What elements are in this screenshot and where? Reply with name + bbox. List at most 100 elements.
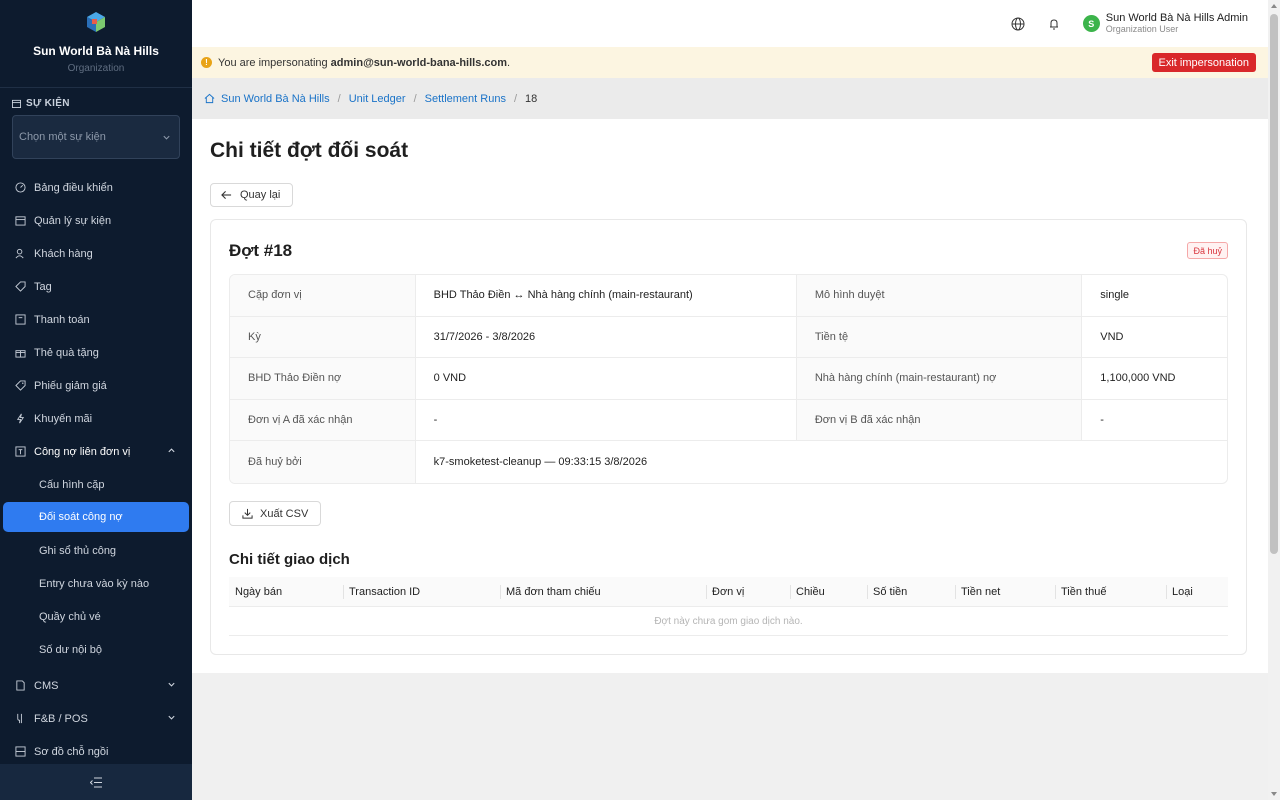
sidebar-item-promotion[interactable]: Khuyến mãi (0, 402, 192, 435)
detail-label: Cặp đơn vị (230, 275, 416, 316)
sidebar-subitem-reconciliation[interactable]: Đối soát công nợ (3, 502, 189, 532)
fnb-icon (14, 713, 26, 725)
sidebar-item-coupon[interactable]: Phiếu giảm giá (0, 369, 192, 402)
promotion-icon (14, 413, 26, 425)
sidebar-item-label: Khách hàng (34, 247, 93, 260)
scroll-thumb[interactable] (1270, 14, 1278, 554)
banner-text: You are impersonating (218, 56, 328, 69)
sidebar-item-dashboard[interactable]: Bảng điều khiển (0, 171, 192, 204)
chevron-down-icon (168, 682, 175, 687)
back-button[interactable]: Quay lại (210, 183, 294, 207)
sidebar-subitem-unassigned-entries[interactable]: Entry chưa vào kỳ nào (0, 567, 192, 600)
detail-label: Nhà hàng chính (main-restaurant) nợ (796, 358, 1083, 399)
sidebar-subitem-pair-config[interactable]: Cấu hình cặp (0, 468, 192, 501)
sidebar-collapse-button[interactable] (0, 764, 192, 800)
sidebar-item-label: Quản lý sự kiện (34, 214, 112, 227)
main-content: Chi tiết đợt đối soát Quay lại Đợt #18 Đ… (192, 119, 1268, 673)
avatar: S (1082, 15, 1100, 32)
scroll-down-arrow-icon[interactable] (1271, 792, 1277, 796)
details-row: Đơn vị A đã xác nhận - Đơn vị B đã xác n… (230, 399, 1227, 442)
column-header[interactable]: Tiền net (955, 577, 1055, 607)
detail-value: - (1100, 414, 1104, 427)
sidebar-item-gift-card[interactable]: Thẻ quà tặng (0, 336, 192, 369)
breadcrumb-org[interactable]: Sun World Bà Nà Hills (221, 93, 330, 105)
payment-icon (14, 314, 26, 326)
column-header[interactable]: Ngày bán (229, 577, 343, 607)
column-header[interactable]: Số tiền (867, 577, 955, 607)
breadcrumb-separator: / (337, 92, 341, 105)
arrow-left-icon (221, 190, 232, 200)
sidebar-brand[interactable]: Sun World Bà Nà Hills Organization (0, 0, 192, 88)
bell-icon[interactable] (1047, 17, 1061, 31)
cms-icon (14, 680, 26, 692)
empty-state: Đợt này chưa gom giao dịch nào. (229, 607, 1228, 636)
event-section: SỰ KIỆN Chọn một sự kiện (0, 88, 192, 159)
sidebar-item-inter-unit-ledger[interactable]: Công nợ liên đơn vị (0, 435, 192, 468)
details-row: Cặp đơn vị BHD Thảo Điền ↔ Nhà hàng chín… (230, 275, 1227, 317)
impersonated-email: admin@sun-world-bana-hills.com (330, 56, 508, 69)
sidebar-item-label: Khuyến mãi (34, 412, 93, 425)
column-header[interactable]: Chiều (790, 577, 867, 607)
detail-label: Đơn vị B đã xác nhận (796, 399, 1083, 441)
column-header[interactable]: Loại (1166, 577, 1228, 607)
column-header[interactable]: Mã đơn tham chiếu (500, 577, 706, 607)
scroll-up-arrow-icon[interactable] (1271, 4, 1277, 8)
column-header[interactable]: Transaction ID (343, 577, 500, 607)
sidebar-item-tag[interactable]: Tag (0, 270, 192, 303)
sidebar-item-events[interactable]: Quản lý sự kiện (0, 204, 192, 237)
column-header[interactable]: Tiền thuế (1055, 577, 1166, 607)
gift-icon (14, 347, 26, 359)
detail-value: - (416, 399, 797, 441)
export-csv-label: Xuất CSV (260, 507, 309, 520)
settlement-run-card: Đợt #18 Đã huỷ Cặp đơn vị BHD Thảo Điền … (210, 219, 1247, 655)
download-icon (242, 508, 253, 519)
sidebar-item-payment[interactable]: Thanh toán (0, 303, 192, 336)
detail-label: Đơn vị A đã xác nhận (230, 399, 416, 441)
detail-value: 31/7/2026 - 3/8/2026 (416, 316, 797, 358)
breadcrumb: Sun World Bà Nà Hills / Unit Ledger / Se… (192, 78, 1268, 119)
event-select[interactable]: Chọn một sự kiện (12, 115, 180, 159)
scrollbar[interactable] (1268, 0, 1280, 800)
sidebar-item-label: Phiếu giảm giá (34, 379, 107, 392)
back-button-label: Quay lại (240, 189, 281, 201)
status-badge: Đã huỷ (1187, 242, 1228, 259)
card-title: Đợt #18 (229, 241, 293, 260)
sidebar-subitem-internal-balance[interactable]: Số dư nội bộ (0, 633, 192, 666)
dashboard-icon (14, 182, 26, 194)
sidebar-item-fnb-pos[interactable]: F&B / POS (0, 702, 192, 735)
detail-value: BHD Thảo Điền ↔ Nhà hàng chính (main-res… (416, 275, 797, 316)
globe-icon[interactable] (1011, 17, 1025, 31)
details-row: Đã huỷ bởi k7-smoketest-cleanup — 09:33:… (230, 441, 1227, 483)
export-csv-button[interactable]: Xuất CSV (229, 501, 322, 526)
details-row: Kỳ 31/7/2026 - 3/8/2026 Tiền tệ VND (230, 316, 1227, 359)
detail-label: BHD Thảo Điền nợ (230, 358, 416, 399)
detail-label: Tiền tệ (796, 316, 1083, 358)
breadcrumb-current: 18 (525, 92, 538, 105)
sidebar-item-cms[interactable]: CMS (0, 669, 192, 702)
warning-icon: ! (201, 57, 212, 68)
home-icon (204, 93, 215, 104)
event-section-title: SỰ KIỆN (12, 98, 180, 109)
tag-icon (14, 281, 26, 293)
brand-name: Sun World Bà Nà Hills (33, 44, 159, 58)
sidebar-item-label: Sơ đồ chỗ ngồi (34, 745, 109, 758)
breadcrumb-separator: / (513, 92, 518, 105)
detail-label: Kỳ (230, 316, 416, 358)
breadcrumb-settlement-runs[interactable]: Settlement Runs (425, 93, 506, 105)
sidebar-subitem-manual-entry[interactable]: Ghi sổ thủ công (0, 534, 192, 567)
transactions-title: Chi tiết giao dịch (229, 551, 350, 568)
details-table: Cặp đơn vị BHD Thảo Điền ↔ Nhà hàng chín… (229, 274, 1228, 484)
user-menu[interactable]: S Sun World Bà Nà Hills Admin Organizati… (1082, 12, 1248, 35)
detail-label: Mô hình duyệt (796, 275, 1083, 316)
sidebar-item-label: CMS (34, 679, 59, 692)
sidebar-subitem-ticket-counter[interactable]: Quầy chủ vé (0, 600, 192, 633)
breadcrumb-unit-ledger[interactable]: Unit Ledger (349, 93, 406, 105)
user-role: Organization User (1105, 24, 1179, 34)
sidebar-item-customers[interactable]: Khách hàng (0, 237, 192, 270)
column-header[interactable]: Đơn vị (706, 577, 790, 607)
detail-value: 0 VND (416, 358, 797, 399)
detail-value: VND (1100, 330, 1124, 343)
exit-impersonation-button[interactable]: Exit impersonation (1151, 53, 1256, 72)
transactions-table: Ngày bán Transaction ID Mã đơn tham chiế… (229, 577, 1228, 636)
users-icon (14, 248, 26, 260)
